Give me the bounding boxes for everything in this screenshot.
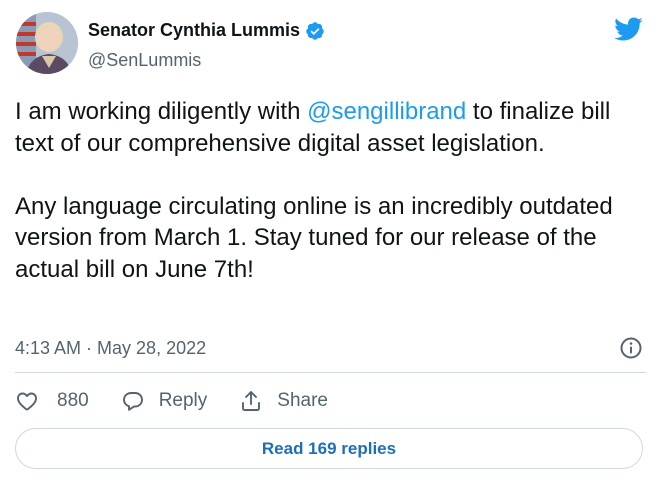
avatar[interactable] xyxy=(16,12,78,74)
reply-button[interactable]: Reply xyxy=(121,389,208,413)
like-count: 880 xyxy=(57,390,89,411)
verified-badge-icon xyxy=(305,21,325,41)
share-label: Share xyxy=(277,390,328,411)
share-button[interactable]: Share xyxy=(239,389,328,413)
tweet-paragraph-2: Any language circulating online is an in… xyxy=(15,192,613,283)
author-handle[interactable]: @SenLummis xyxy=(88,50,201,71)
tweet-meta-row: 4:13 AM · May 28, 2022 xyxy=(15,336,645,360)
tweet-actions: 880 Reply Share xyxy=(15,384,360,418)
heart-icon xyxy=(17,392,37,411)
share-upload-icon xyxy=(242,391,261,411)
tweet-text: I am working diligently with @sengillibr… xyxy=(15,96,645,285)
mention-link[interactable]: @sengillibrand xyxy=(307,98,466,125)
tweet-paragraph-1: I am working diligently with @sengillibr… xyxy=(15,96,645,159)
info-icon[interactable] xyxy=(619,336,643,360)
speech-bubble-icon xyxy=(122,392,143,411)
like-button[interactable]: 880 xyxy=(15,389,89,413)
tweet-timestamp[interactable]: 4:13 AM · May 28, 2022 xyxy=(15,338,206,358)
read-replies-button[interactable]: Read 169 replies xyxy=(15,428,643,469)
author-name-row[interactable]: Senator Cynthia Lummis xyxy=(88,20,325,41)
tweet-text-segment: I am working diligently with xyxy=(15,98,308,125)
author-display-name[interactable]: Senator Cynthia Lummis xyxy=(88,20,300,41)
twitter-bird-icon[interactable] xyxy=(613,16,643,42)
divider xyxy=(15,372,646,373)
reply-label: Reply xyxy=(158,390,208,411)
